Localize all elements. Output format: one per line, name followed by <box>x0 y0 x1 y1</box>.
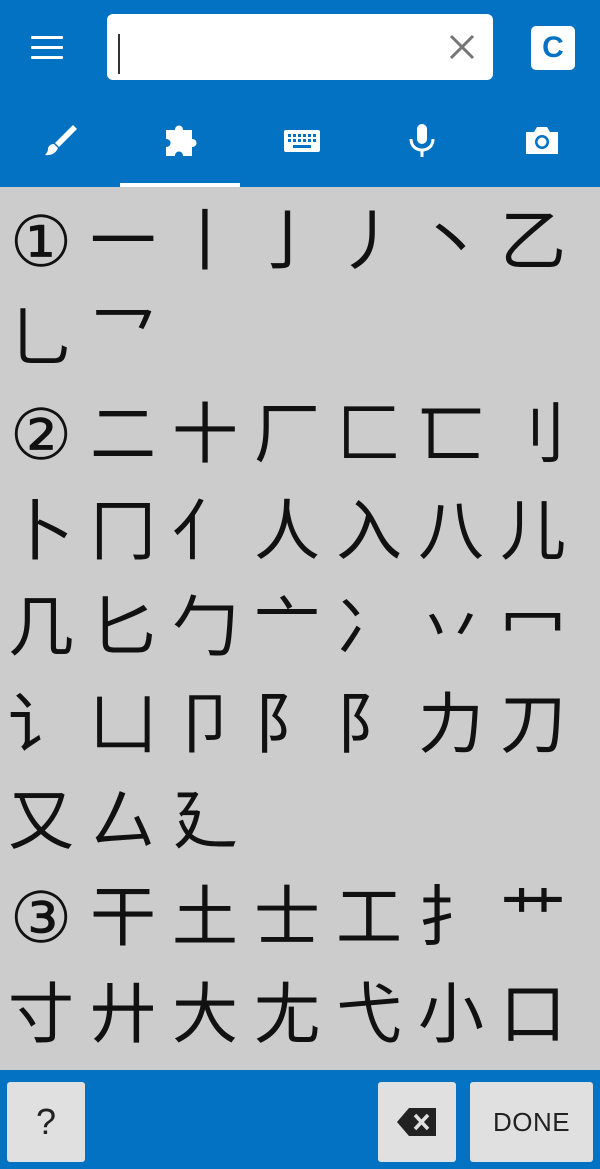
radical-cell[interactable]: 几 <box>0 580 82 676</box>
radical-cell[interactable]: 口 <box>492 967 574 1063</box>
radical-cell[interactable]: 亠 <box>246 580 328 676</box>
chinese-mode-button[interactable]: C <box>531 26 575 70</box>
radical-cell[interactable]: 尢 <box>246 967 328 1063</box>
backspace-icon <box>397 1108 436 1136</box>
radical-cell[interactable]: 乙 <box>492 194 574 290</box>
radical-cell[interactable]: 士 <box>246 870 328 966</box>
stroke-count-label: ② <box>9 394 73 477</box>
done-button[interactable]: DONE <box>470 1082 593 1162</box>
menu-button[interactable] <box>24 28 70 68</box>
radical-cell[interactable]: 人 <box>246 484 328 580</box>
radical-cell[interactable]: 丶 <box>410 194 492 290</box>
radical-cell[interactable]: 廴 <box>164 774 246 870</box>
radical-cell[interactable]: 卩 <box>164 677 246 773</box>
radical-cell[interactable]: 乚 <box>0 291 82 387</box>
radical-cell[interactable]: 小 <box>410 967 492 1063</box>
radical-cell[interactable]: 一 <box>82 194 164 290</box>
radical-cell[interactable]: 又 <box>0 774 82 870</box>
radical-cell[interactable]: 力 <box>410 677 492 773</box>
radical-cell[interactable]: 十 <box>164 387 246 483</box>
radical-cell[interactable]: 廾 <box>82 967 164 1063</box>
radical-cell[interactable]: 冫 <box>328 580 410 676</box>
tab-voice[interactable] <box>360 100 480 187</box>
radical-cell[interactable]: 乛 <box>82 291 164 387</box>
radical-cell[interactable]: 儿 <box>492 484 574 580</box>
radical-cell[interactable]: 大 <box>164 967 246 1063</box>
bottom-bar: ? DONE <box>0 1070 600 1169</box>
selected-tab-indicator <box>120 183 240 187</box>
tab-radicals[interactable] <box>120 100 240 187</box>
radical-cell[interactable]: 讠 <box>0 677 82 773</box>
radical-cell[interactable]: 厂 <box>246 387 328 483</box>
radical-cell[interactable]: 入 <box>328 484 410 580</box>
radical-cell[interactable]: 勹 <box>164 580 246 676</box>
radical-cell[interactable]: 刀 <box>492 677 574 773</box>
help-button[interactable]: ? <box>7 1082 85 1162</box>
radical-cell[interactable]: 寸 <box>0 967 82 1063</box>
backspace-button[interactable] <box>378 1082 456 1162</box>
radical-cell[interactable]: 土 <box>164 870 246 966</box>
keyboard-icon <box>284 130 320 152</box>
tab-handwriting[interactable] <box>0 100 120 187</box>
camera-icon <box>526 127 558 154</box>
radical-cell[interactable]: 刂 <box>492 387 574 483</box>
radical-cell[interactable]: 二 <box>82 387 164 483</box>
radical-cell[interactable]: 冂 <box>82 484 164 580</box>
clear-button[interactable] <box>443 28 481 66</box>
radical-cell[interactable]: 丷 <box>410 580 492 676</box>
radical-cell[interactable]: 干 <box>82 870 164 966</box>
radical-cell[interactable]: 匸 <box>410 387 492 483</box>
radical-cell[interactable]: 厶 <box>82 774 164 870</box>
brush-icon <box>45 125 77 156</box>
radical-cell[interactable]: 阝 <box>246 677 328 773</box>
stroke-count-label: ③ <box>9 877 73 960</box>
radical-cell[interactable]: 凵 <box>82 677 164 773</box>
tab-keyboard[interactable] <box>240 100 360 187</box>
radical-cell[interactable]: 卜 <box>0 484 82 580</box>
radical-cell[interactable]: 冖 <box>492 580 574 676</box>
search-box[interactable] <box>107 14 493 80</box>
radical-cell[interactable]: 亻 <box>164 484 246 580</box>
tab-camera[interactable] <box>480 100 600 187</box>
radical-cell[interactable]: 丿 <box>328 194 410 290</box>
radical-cell[interactable]: 匕 <box>82 580 164 676</box>
radical-cell[interactable]: 丨 <box>164 194 246 290</box>
radical-cell[interactable]: 艹 <box>492 870 574 966</box>
radical-cell[interactable]: 弋 <box>328 967 410 1063</box>
input-mode-tabs <box>0 100 600 187</box>
menu-icon-line <box>31 56 63 59</box>
top-bar: C <box>0 0 600 187</box>
radical-cell[interactable]: 扌 <box>410 870 492 966</box>
menu-icon-line <box>31 36 63 39</box>
radical-cell[interactable]: 八 <box>410 484 492 580</box>
radical-cell[interactable]: 匚 <box>328 387 410 483</box>
radical-grid: ①一丨亅丿丶乙乚乛②二十厂匚匸刂卜冂亻人入八儿几匕勹亠冫丷冖讠凵卩阝阝力刀又厶廴… <box>0 194 600 1070</box>
menu-icon-line <box>31 46 63 49</box>
search-input[interactable] <box>115 20 439 76</box>
puzzle-icon <box>166 125 197 156</box>
radical-cell[interactable]: 亅 <box>246 194 328 290</box>
radical-cell[interactable]: 阝 <box>328 677 410 773</box>
stroke-count-label: ① <box>9 201 73 283</box>
close-icon <box>449 34 475 60</box>
mic-icon <box>409 124 435 157</box>
radical-cell[interactable]: 工 <box>328 870 410 966</box>
